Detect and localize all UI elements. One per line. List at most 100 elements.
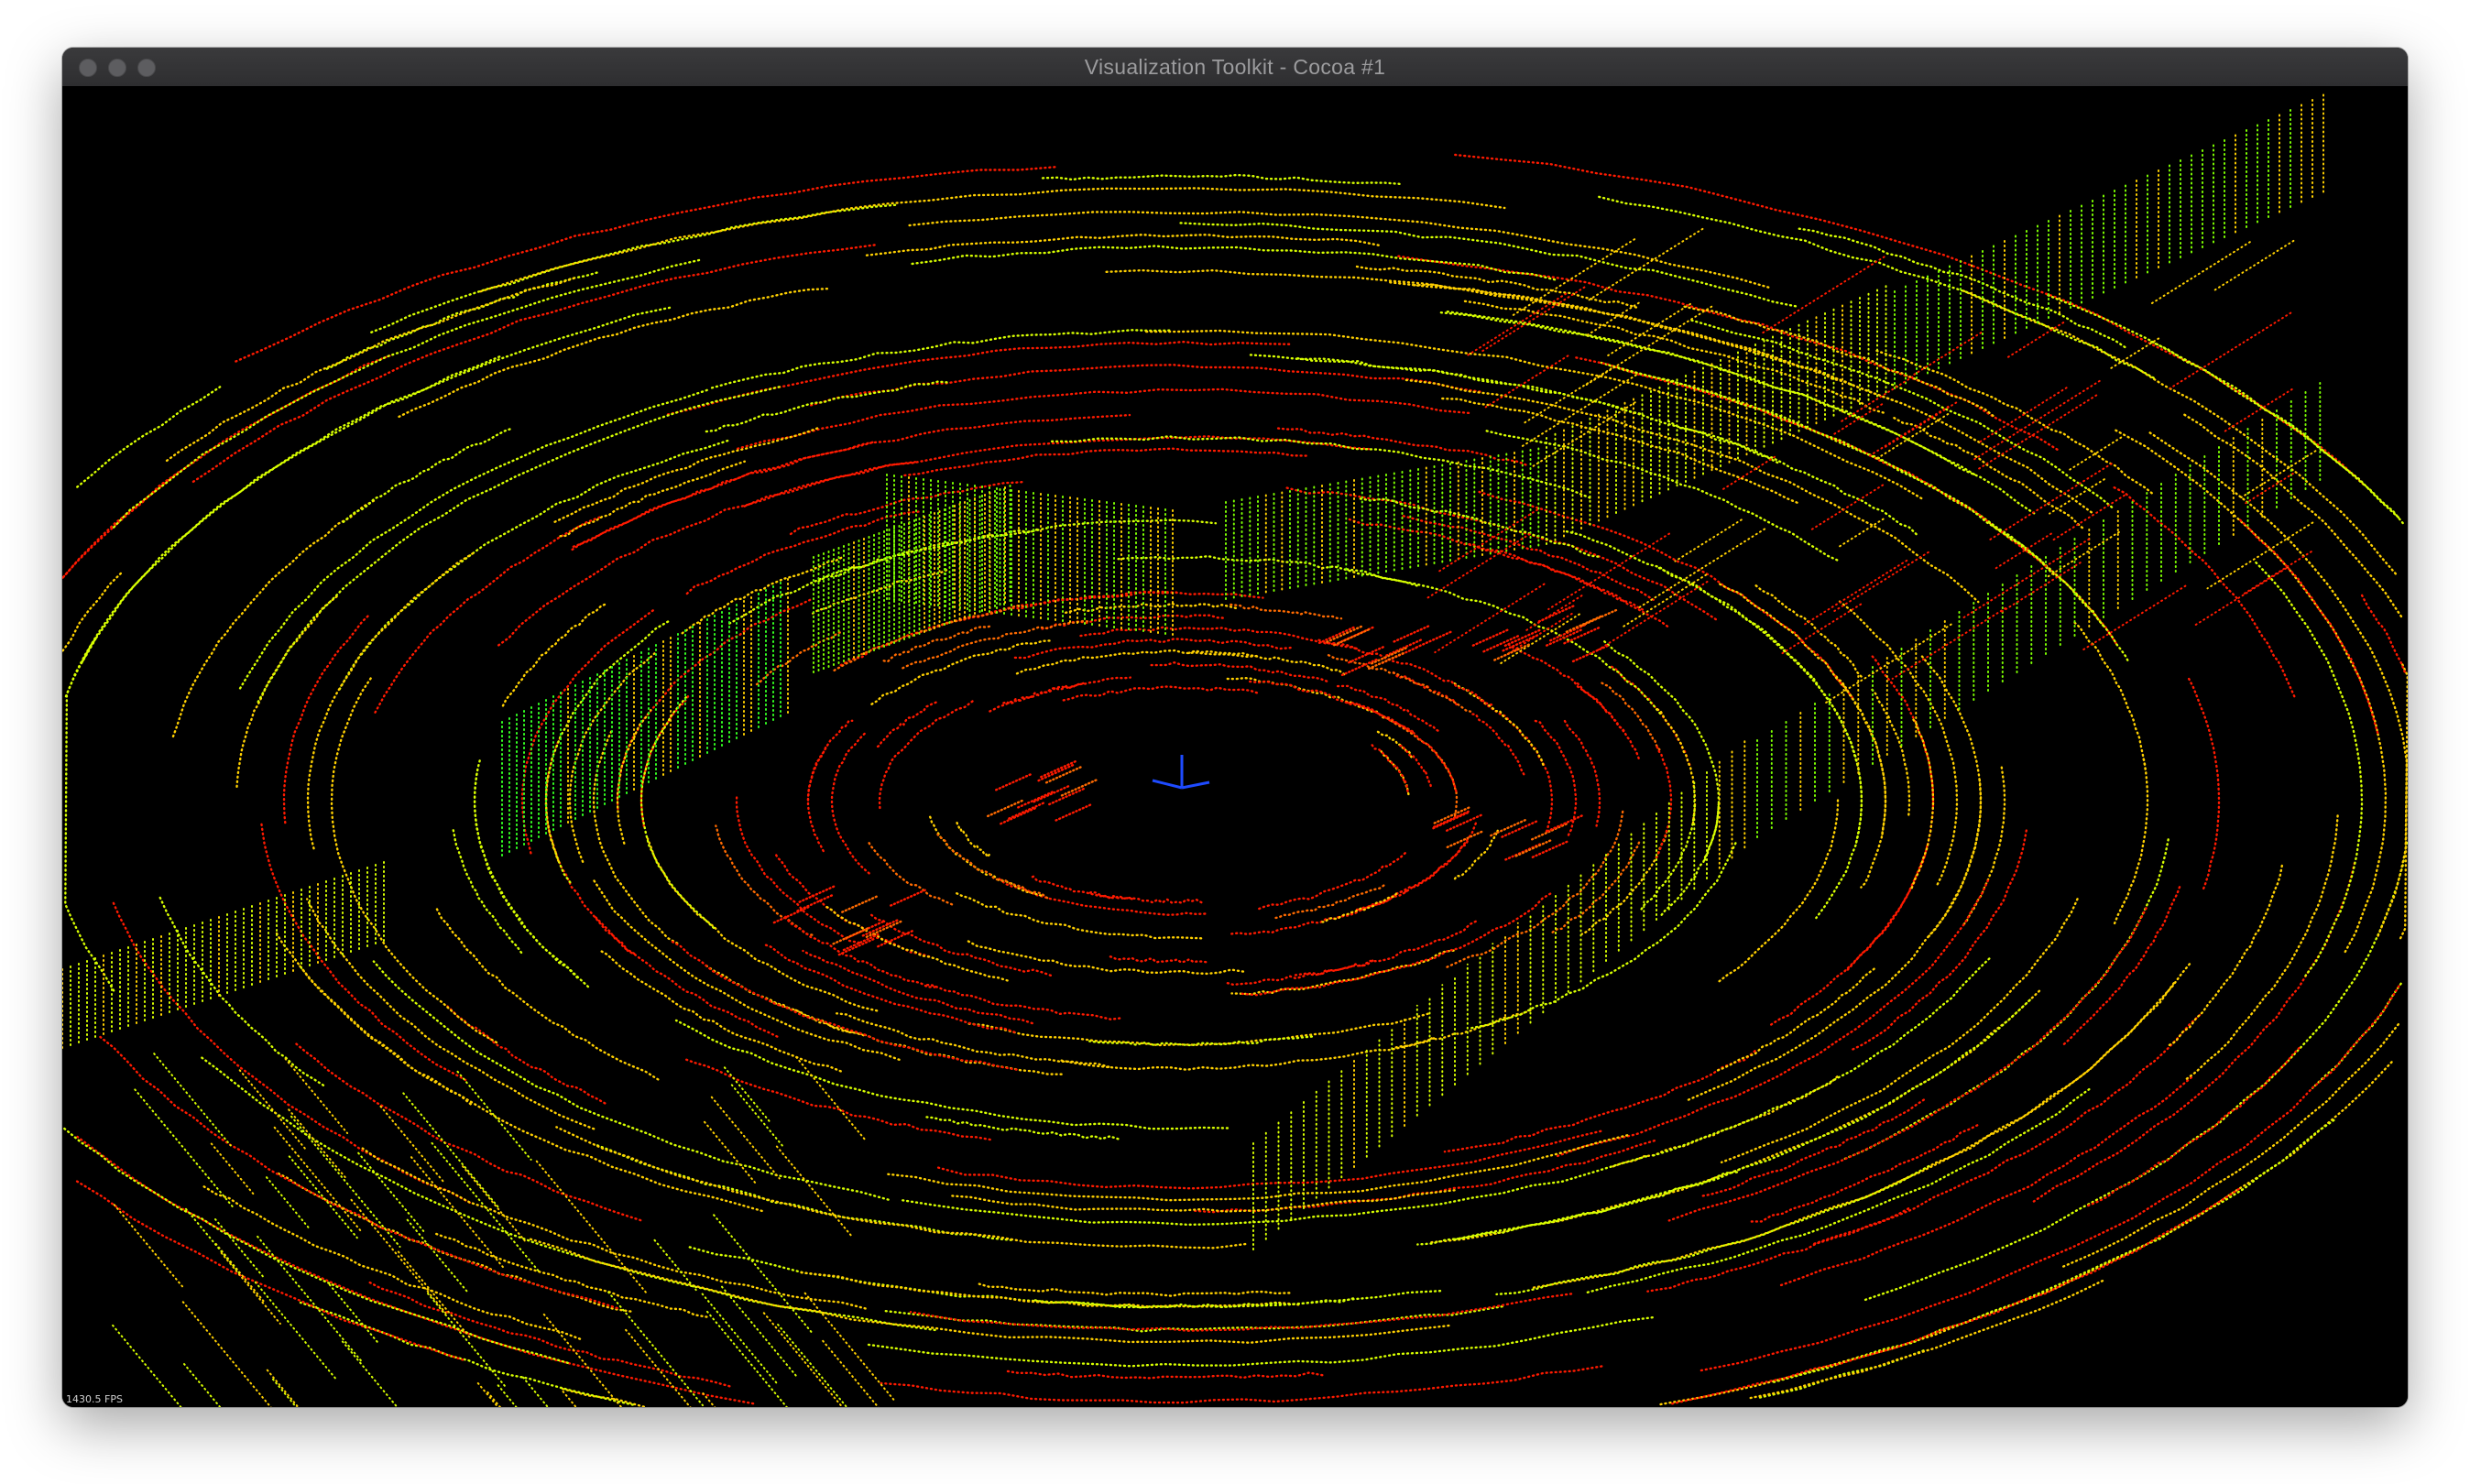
scan-ring [1860,728,1887,889]
scan-ring [1050,435,1592,499]
scan-ring [1454,153,2366,486]
scan-ring [1453,682,1546,769]
scan-ring [2047,294,2401,520]
scan-ring [1822,623,1952,705]
scan-ring [1230,603,1343,620]
scan-ring [266,1176,311,1229]
scan-ring [2115,429,2388,955]
scan-ring [817,527,1041,583]
scan-ring [1041,173,1401,185]
scan-ring [2148,431,2408,939]
scan-ring [62,1127,569,1364]
scan-ring [2399,663,2408,941]
scan-ring [743,435,1371,507]
scan-ring [1451,998,2031,1241]
scan-ring [366,1280,731,1388]
scan-ring [288,1108,348,1181]
scan-ring [989,676,1131,713]
scan-ring [1656,708,1697,824]
scan-ring [1646,1207,1910,1293]
scan-ring [704,1120,759,1186]
scan-ring [1556,879,1990,1158]
scan-ring [544,774,560,863]
scan-ring [825,905,1009,982]
scan-ring [2213,239,2295,291]
scan-ring [1811,1013,2202,1246]
scan-ring [1402,515,1656,602]
scan-ring [1595,581,1709,652]
scan-ring [1464,292,1568,358]
render-viewport[interactable]: 1430.5 FPS [62,86,2408,1407]
scan-ring [76,386,222,488]
scan-ring [1463,542,1645,612]
scan-ring [1699,1098,1925,1198]
scan-ring [1150,660,1329,683]
scan-ring [683,1057,991,1141]
scan-ring [64,305,674,698]
scan-ring [1416,1171,1739,1246]
scan-ring [272,1378,298,1407]
scan-ring [839,590,1178,667]
scan-ring [427,1293,507,1388]
scan-ring [501,602,608,707]
lidar-point-cloud [62,90,2408,1407]
scan-ring [1187,649,1346,676]
scan-ring [1453,829,1499,880]
scan-ring [865,233,1381,256]
scan-ring [1371,744,1410,794]
scan-ring [1469,842,1737,1030]
scan-ring [1999,562,2082,614]
scan-ring [1013,638,1292,660]
scan-ring [1987,463,2113,541]
scan-ring [880,1365,1603,1404]
scan-ring [1580,830,1668,935]
scan-ring [1355,840,1469,911]
scan-ring [1841,838,2169,1162]
title-bar[interactable]: Visualization Toolkit - Cocoa #1 [62,48,2408,87]
scan-ring [181,1301,272,1407]
scan-ring [1079,626,1360,650]
scan-ring [1849,829,2027,1052]
scan-ring [1531,839,1571,858]
scan-ring [266,1369,300,1407]
scan-ring [1429,989,2041,1244]
scan-ring [406,1218,469,1293]
scan-ring [1055,802,1094,822]
scan-ring [1276,427,1529,467]
scan-ring [1521,374,1637,447]
scan-ring [902,619,1092,670]
scan-ring [1717,799,1840,984]
scan-ring [191,243,879,483]
scan-ring [379,1105,446,1184]
scan-ring [1576,682,1641,762]
scan-ring [1404,378,1980,604]
scan-ring [185,1207,243,1277]
scan-ring [1674,518,1743,562]
scan-ring [870,639,1054,705]
scan-ring [1752,622,1863,920]
scan-ring [607,1291,704,1407]
scan-ring [1446,813,1485,832]
scan-ring [1062,685,1260,702]
scan-ring [1433,805,1472,824]
scan-ring [1648,957,1991,1158]
scan-ring [1809,484,1885,531]
scan-ring [1667,907,2148,1222]
scan-ring [705,380,950,433]
scan-ring [1000,806,1039,825]
scan-ring [592,727,679,944]
scan-ring [1471,713,1525,777]
scan-ring [1621,573,1708,628]
scan-ring [956,821,990,859]
scan-ring [202,1184,582,1340]
scan-ring [1240,892,1552,997]
scan-ring [762,1312,844,1407]
scan-ring [1563,719,1601,827]
scan-ring [398,287,830,419]
scan-ring [64,636,115,992]
scan-ring [1380,750,1410,798]
scan-ring [2049,478,2105,515]
scan-ring [806,719,854,802]
scan-ring [1484,355,1569,409]
scan-ring [1040,758,1079,779]
